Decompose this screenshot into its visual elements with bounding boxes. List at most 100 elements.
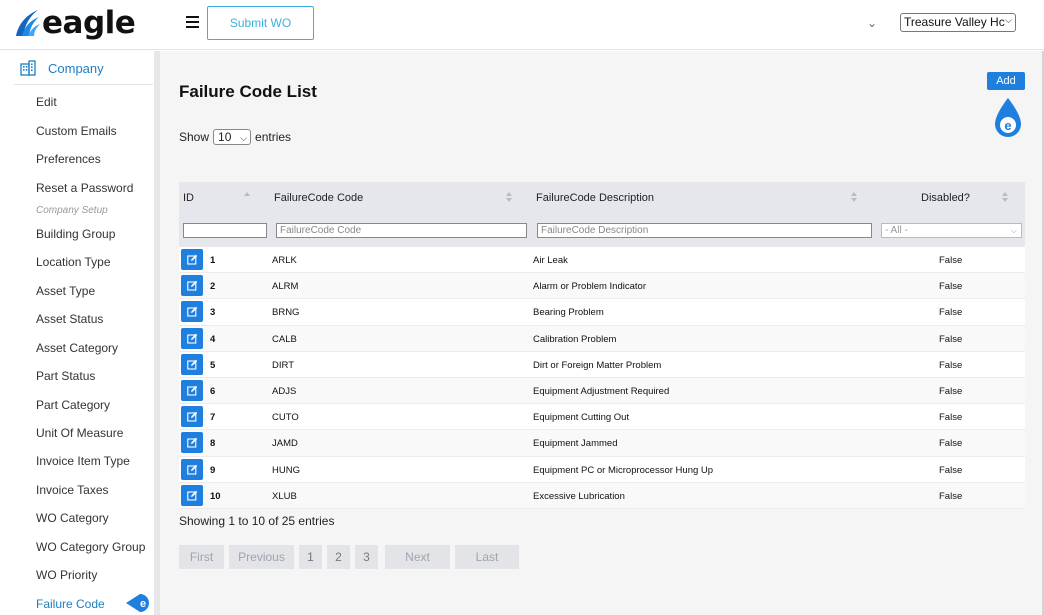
table-header: ID FailureCode Code FailureCode Descript… — [179, 182, 1025, 247]
edit-button[interactable] — [181, 275, 203, 297]
sidebar-item-part-status[interactable]: Part Status — [36, 369, 95, 383]
sidebar-item-custom-emails[interactable]: Custom Emails — [36, 124, 117, 138]
sidebar-item-company[interactable]: Company — [14, 52, 153, 85]
cell-id: 8 — [210, 438, 216, 450]
edit-icon — [186, 385, 197, 396]
column-header-code[interactable]: FailureCode Code — [274, 192, 363, 204]
logo-text: eagle — [42, 5, 136, 41]
cell-id: 1 — [210, 255, 216, 266]
cell-disabled: False — [939, 333, 963, 345]
cell-id: 2 — [210, 281, 216, 293]
sidebar-item-part-category[interactable]: Part Category — [36, 398, 110, 412]
chevron-down-icon: ⌵ — [240, 133, 248, 143]
page-length-select[interactable]: 10 ⌵ — [213, 129, 252, 145]
sort-asc-icon[interactable] — [243, 191, 251, 203]
page-title: Failure Code List — [179, 82, 317, 101]
table-row: 3 BRNG Bearing Problem False — [179, 299, 1025, 326]
table-row: 6 ADJS Equipment Adjustment Required Fal… — [179, 377, 1025, 405]
table-info: Showing 1 to 10 of 25 entries — [179, 514, 335, 528]
sort-icon[interactable] — [505, 191, 513, 203]
column-header-disabled[interactable]: Disabled? — [921, 192, 970, 204]
svg-text:e: e — [1004, 118, 1011, 133]
cell-id: 5 — [210, 359, 216, 371]
cell-disabled: False — [939, 412, 963, 424]
page-length-value: 10 — [218, 130, 232, 144]
edit-button[interactable] — [181, 249, 203, 270]
add-button[interactable]: Add — [987, 72, 1025, 90]
column-header-description[interactable]: FailureCode Description — [536, 192, 654, 204]
eagle-logo[interactable]: eagle — [14, 5, 136, 41]
edit-icon — [186, 307, 197, 317]
cell-code: BRNG — [272, 307, 300, 319]
sidebar-item-building-group[interactable]: Building Group — [36, 227, 115, 241]
menu-toggle-icon[interactable] — [186, 16, 199, 28]
site-select[interactable]: Treasure Valley Hc ⌵ — [900, 13, 1016, 32]
edit-button[interactable] — [181, 301, 203, 323]
table-row: 5 DIRT Dirt or Foreign Matter Problem Fa… — [179, 351, 1025, 378]
next-page-button[interactable]: Next — [385, 545, 450, 569]
cell-code: CUTO — [272, 412, 299, 424]
cell-id: 7 — [210, 412, 216, 424]
cell-id: 10 — [210, 490, 221, 502]
cell-id: 9 — [210, 464, 216, 476]
cell-disabled: False — [939, 438, 963, 450]
first-page-button[interactable]: First — [179, 545, 224, 569]
sidebar: Company Edit Custom Emails Preferences R… — [0, 51, 154, 615]
table-row: 2 ALRM Alarm or Problem Indicator False — [179, 273, 1025, 300]
sidebar-item-wo-priority[interactable]: WO Priority — [36, 568, 97, 582]
disabled-filter-select[interactable]: - All - ⌵ — [881, 223, 1022, 238]
eagle-help-icon[interactable]: e — [993, 97, 1023, 139]
sidebar-item-asset-category[interactable]: Asset Category — [36, 341, 118, 355]
edit-button[interactable] — [181, 432, 203, 454]
edit-button[interactable] — [181, 406, 203, 428]
sidebar-item-asset-type[interactable]: Asset Type — [36, 284, 95, 298]
sidebar-item-wo-category-group[interactable]: WO Category Group — [36, 540, 145, 554]
sidebar-item-wo-category[interactable]: WO Category — [36, 511, 109, 525]
edit-button[interactable] — [181, 327, 203, 349]
table-row: 9 HUNG Equipment PC or Microprocessor Hu… — [179, 456, 1025, 483]
sidebar-item-location-type[interactable]: Location Type — [36, 255, 111, 269]
cell-code: XLUB — [272, 490, 297, 502]
cell-description: Equipment Jammed — [533, 438, 618, 450]
edit-button[interactable] — [181, 353, 203, 375]
sidebar-item-reset-password[interactable]: Reset a Password — [36, 181, 133, 195]
sidebar-item-preferences[interactable]: Preferences — [36, 152, 101, 166]
column-header-id[interactable]: ID — [183, 192, 194, 204]
top-bar: eagle Submit WO ⌄ Treasure Valley Hc ⌵ — [0, 0, 1044, 50]
chevron-down-icon: ⌵ — [1005, 15, 1012, 25]
code-filter-input[interactable]: FailureCode Code — [276, 223, 527, 238]
description-filter-input[interactable]: FailureCode Description — [537, 223, 872, 238]
table-body: 1 ARLK Air Leak False 2 ALRM Alarm or Pr… — [179, 247, 1025, 509]
table-row: 7 CUTO Equipment Cutting Out False — [179, 404, 1025, 431]
page-3-button[interactable]: 3 — [355, 545, 378, 569]
cell-disabled: False — [939, 307, 963, 319]
sort-icon[interactable] — [850, 191, 858, 203]
cell-code: CALB — [272, 333, 297, 345]
cell-description: Bearing Problem — [533, 307, 604, 319]
previous-page-button[interactable]: Previous — [229, 545, 294, 569]
page-2-button[interactable]: 2 — [327, 545, 350, 569]
cell-disabled: False — [939, 464, 963, 476]
svg-text:e: e — [140, 598, 146, 610]
page-1-button[interactable]: 1 — [299, 545, 322, 569]
last-page-button[interactable]: Last — [455, 545, 519, 569]
sidebar-item-unit-of-measure[interactable]: Unit Of Measure — [36, 426, 123, 440]
sort-icon[interactable] — [1001, 191, 1009, 203]
cell-id: 3 — [210, 307, 216, 319]
edit-button[interactable] — [181, 379, 203, 401]
chevron-down-icon[interactable]: ⌄ — [867, 16, 877, 30]
table-row: 10 XLUB Excessive Lubrication False — [179, 482, 1025, 509]
sidebar-item-invoice-taxes[interactable]: Invoice Taxes — [36, 483, 109, 497]
edit-button[interactable] — [181, 458, 203, 480]
cell-description: Equipment Cutting Out — [533, 412, 630, 424]
submit-wo-button[interactable]: Submit WO — [207, 6, 314, 40]
sidebar-item-asset-status[interactable]: Asset Status — [36, 312, 103, 326]
disabled-filter-value: - All - — [885, 225, 908, 236]
sidebar-item-failure-code[interactable]: Failure Code — [36, 597, 105, 611]
sidebar-item-edit[interactable]: Edit — [36, 95, 57, 109]
sidebar-item-invoice-item-type[interactable]: Invoice Item Type — [36, 454, 130, 468]
cell-disabled: False — [939, 385, 963, 397]
id-filter-input[interactable] — [183, 223, 267, 238]
edit-button[interactable] — [181, 484, 203, 506]
sidebar-item-label: Company — [48, 60, 104, 76]
